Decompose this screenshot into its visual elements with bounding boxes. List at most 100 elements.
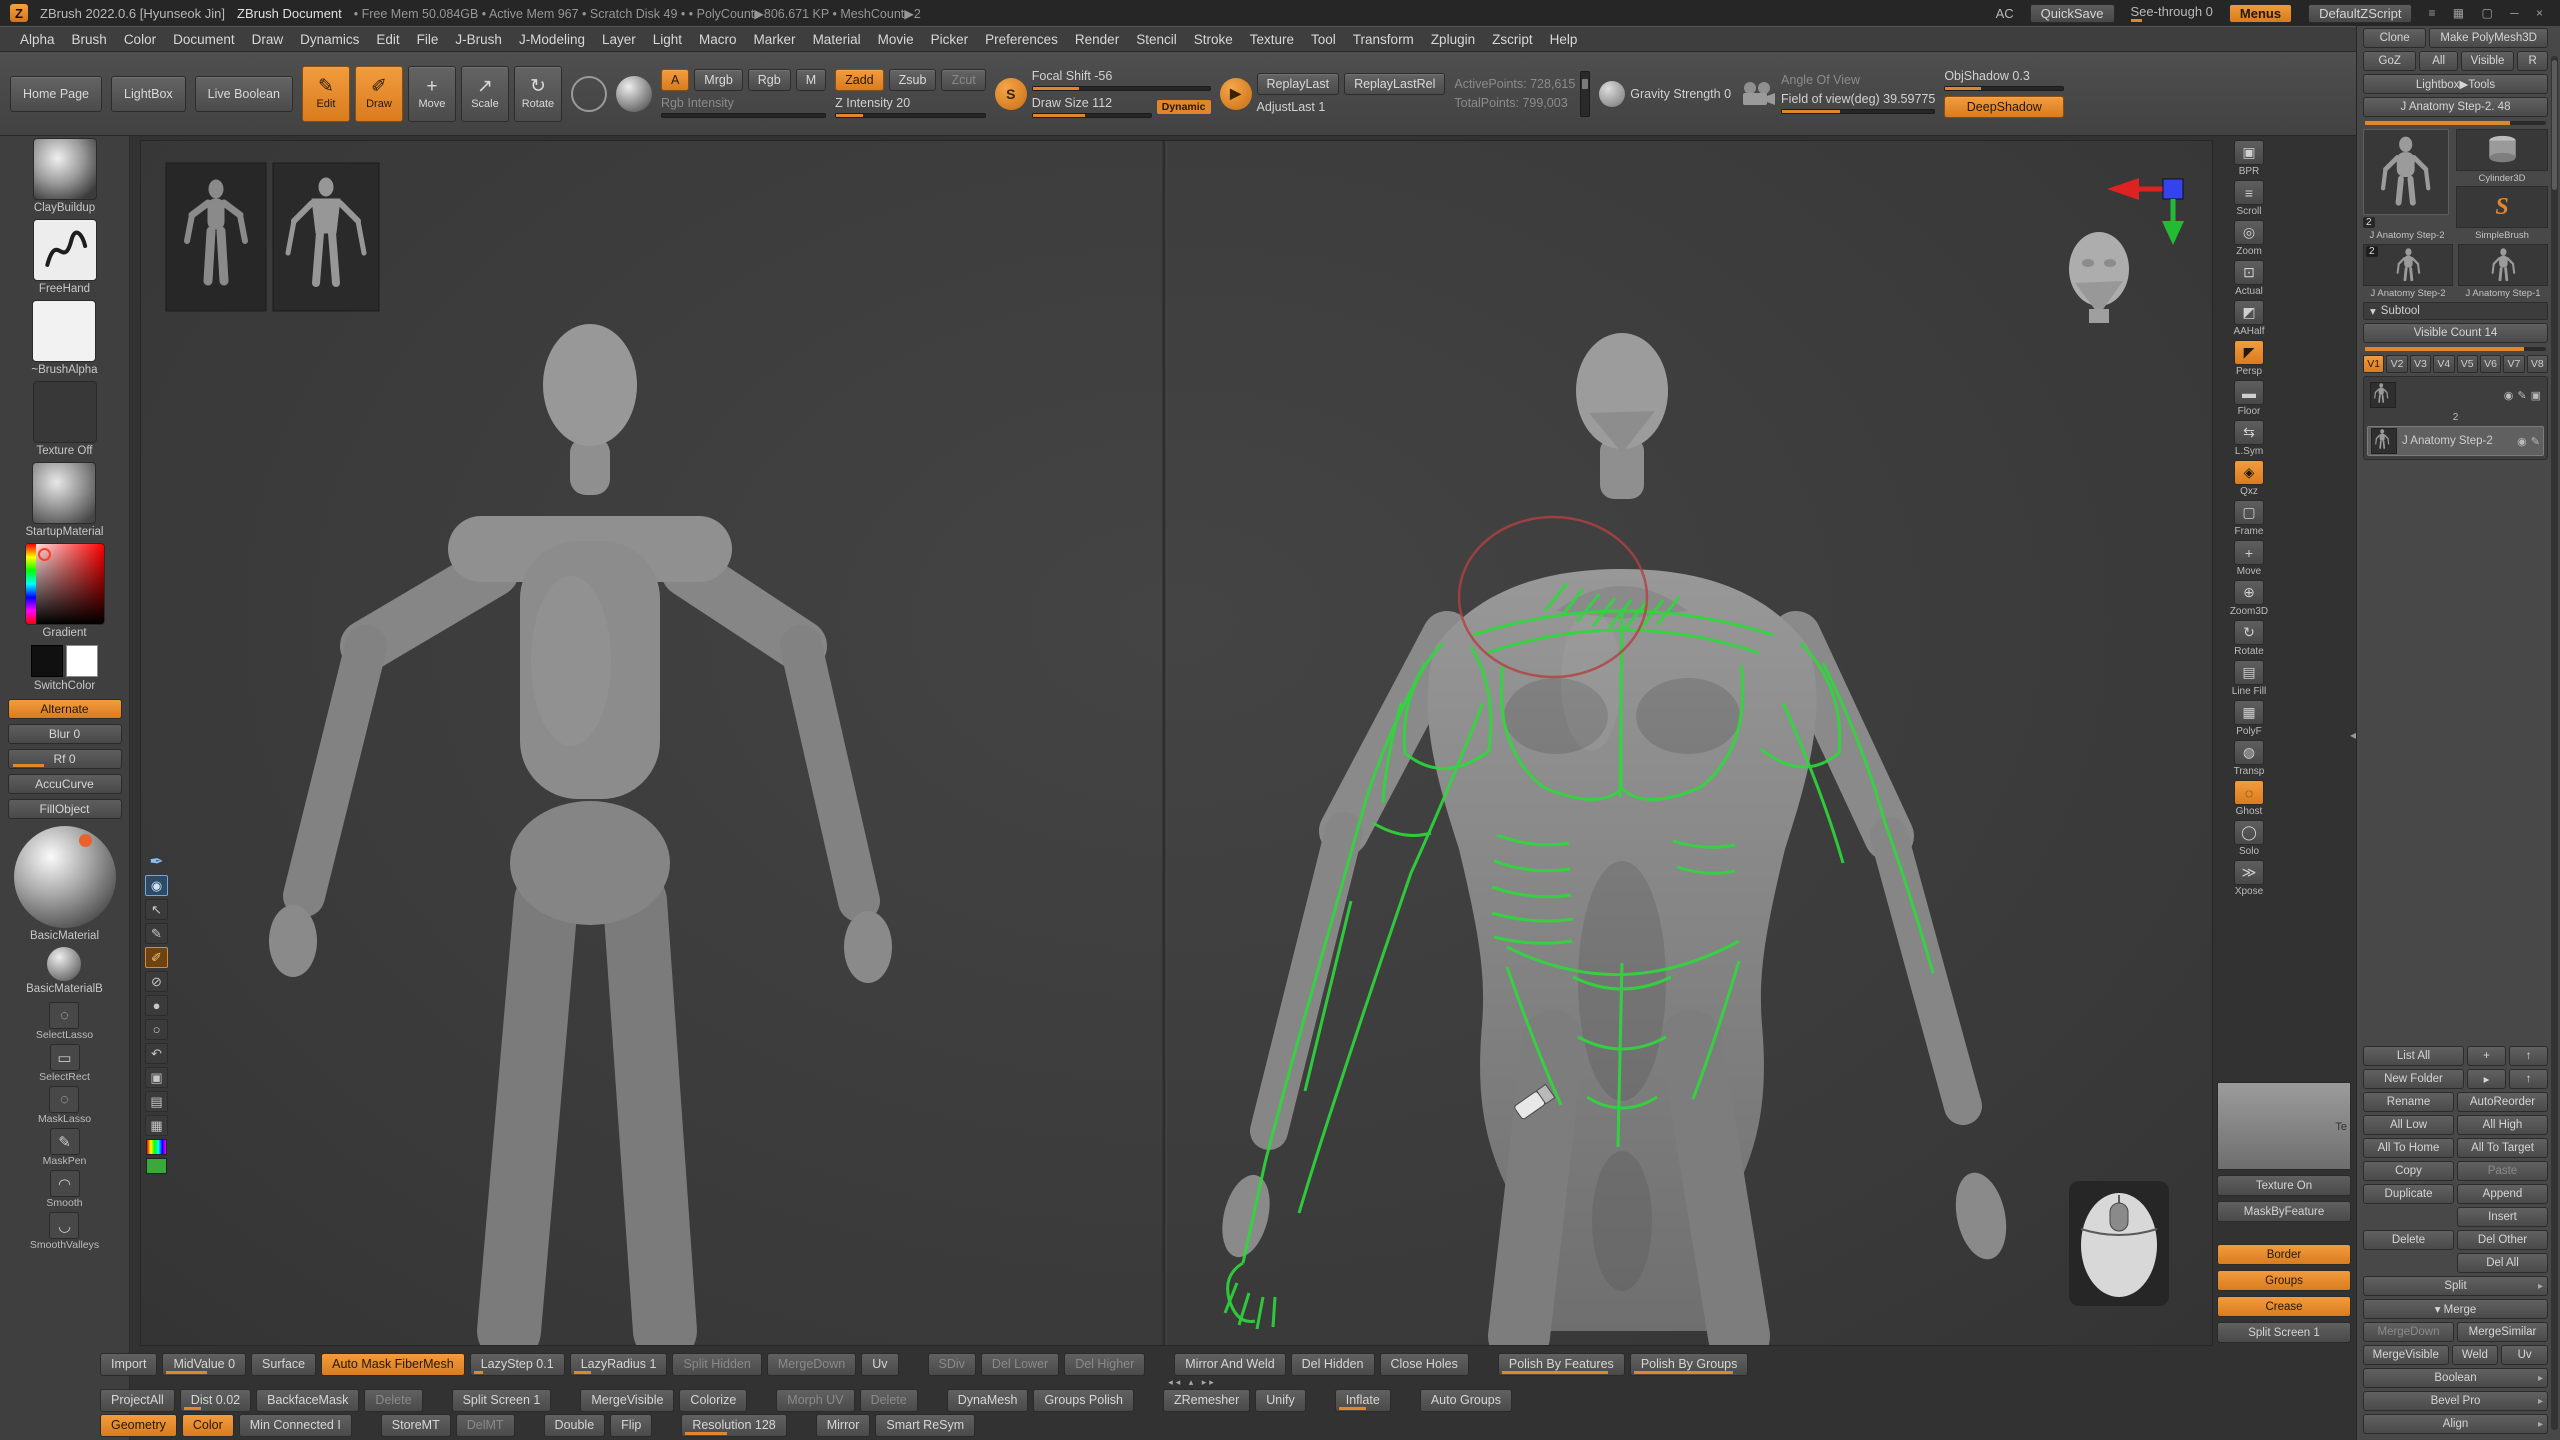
panel-button-delete[interactable]: Delete <box>2363 1230 2454 1250</box>
panel-button-merge[interactable]: ▾ Merge <box>2363 1299 2548 1319</box>
shelf-rotate[interactable]: ↻Rotate <box>2222 620 2276 657</box>
panel-button-del-all[interactable]: Del All <box>2457 1253 2548 1273</box>
r-button[interactable]: R <box>2517 51 2548 71</box>
menu-item-zplugin[interactable]: Zplugin <box>1423 29 1483 50</box>
rainbow-swatch[interactable] <box>146 1139 167 1155</box>
shelf-floor[interactable]: ▬Floor <box>2222 380 2276 417</box>
panel-scrollbar[interactable] <box>2551 56 2558 1430</box>
clone-button[interactable]: Clone <box>2363 28 2426 48</box>
subtool-header[interactable]: ▾Subtool <box>2363 302 2548 320</box>
shelf-scroll[interactable]: ≡Scroll <box>2222 180 2276 217</box>
obj-shadow-slider[interactable]: ObjShadow 0.3 <box>1944 69 2064 91</box>
bottom-dist-0-02[interactable]: Dist 0.02 <box>180 1389 251 1412</box>
menu-item-stroke[interactable]: Stroke <box>1186 29 1241 50</box>
groups-button[interactable]: Groups <box>2217 1270 2351 1291</box>
quicksave-button[interactable]: QuickSave <box>2030 4 2115 23</box>
layers-icon[interactable]: ▤ <box>145 1091 168 1112</box>
subtool-tab-v2[interactable]: V2 <box>2386 355 2407 373</box>
panel-button-x[interactable]: ↑ <box>2509 1046 2548 1066</box>
field-of-view-slider[interactable]: Field of view(deg) 39.59775 <box>1781 92 1935 114</box>
menu-item-render[interactable]: Render <box>1067 29 1127 50</box>
goz-button[interactable]: GoZ <box>2363 51 2416 71</box>
sidebar-button-rf-0[interactable]: Rf 0 <box>8 749 122 769</box>
freehand-thumb[interactable] <box>33 219 97 281</box>
bottom-storemt[interactable]: StoreMT <box>381 1414 451 1437</box>
doc-thumbnails[interactable] <box>166 163 379 311</box>
subtool-tab-v4[interactable]: V4 <box>2433 355 2454 373</box>
menu-item-layer[interactable]: Layer <box>594 29 644 50</box>
panel-button-new-folder[interactable]: New Folder <box>2363 1069 2464 1089</box>
panel-button-uv[interactable]: Uv <box>2501 1345 2548 1365</box>
bottom-delete[interactable]: Delete <box>860 1389 918 1412</box>
deep-shadow-button[interactable]: DeepShadow <box>1944 96 2064 118</box>
zsub-button[interactable]: Zsub <box>889 69 937 91</box>
basic-material-b-thumb[interactable] <box>47 947 81 981</box>
select-arrow-icon[interactable]: ↖ <box>145 899 168 920</box>
panel-button-append[interactable]: Append <box>2457 1184 2548 1204</box>
visible-count-track[interactable] <box>2365 347 2546 351</box>
panel-button-all-to-home[interactable]: All To Home <box>2363 1138 2454 1158</box>
sidebar-button-blur-0[interactable]: Blur 0 <box>8 724 122 744</box>
split-screen-button[interactable]: Split Screen 1 <box>2217 1322 2351 1343</box>
panel-button-copy[interactable]: Copy <box>2363 1161 2454 1181</box>
adjust-last-slider[interactable]: AdjustLast 1 <box>1257 100 1446 114</box>
panel-button-insert[interactable]: Insert <box>2457 1207 2548 1227</box>
bottom-uv[interactable]: Uv <box>861 1353 898 1376</box>
bottom-smart-resym[interactable]: Smart ReSym <box>875 1414 975 1437</box>
menu-item-material[interactable]: Material <box>805 29 869 50</box>
crease-button[interactable]: Crease <box>2217 1296 2351 1317</box>
make-polymesh3d-button[interactable]: Make PolyMesh3D <box>2429 28 2548 48</box>
bottom-inflate[interactable]: Inflate <box>1335 1389 1391 1412</box>
goz-visible-button[interactable]: Visible <box>2461 51 2514 71</box>
bottom-colorize[interactable]: Colorize <box>679 1389 747 1412</box>
shelf-ghost[interactable]: ◌Ghost <box>2222 780 2276 817</box>
panel-button-mergedown[interactable]: MergeDown <box>2363 1322 2454 1342</box>
maskpen-icon[interactable]: ✎ <box>50 1128 80 1155</box>
bottom-delmt[interactable]: DelMT <box>456 1414 515 1437</box>
bottom-import[interactable]: Import <box>100 1353 157 1376</box>
subtool-tab-v8[interactable]: V8 <box>2527 355 2548 373</box>
eye-icon[interactable]: ◉ <box>145 875 168 896</box>
menu-item-color[interactable]: Color <box>116 29 164 50</box>
selectrect-icon[interactable]: ▭ <box>50 1044 80 1071</box>
scale-button[interactable]: ↗Scale <box>461 66 509 122</box>
menu-item-tool[interactable]: Tool <box>1303 29 1344 50</box>
bottom-sdiv[interactable]: SDiv <box>928 1353 976 1376</box>
bottom-split-screen-1[interactable]: Split Screen 1 <box>452 1389 552 1412</box>
menu-item-j-modeling[interactable]: J-Modeling <box>511 29 593 50</box>
bottom-mergedown[interactable]: MergeDown <box>767 1353 856 1376</box>
material-preview-icon[interactable] <box>616 76 652 112</box>
shelf-persp[interactable]: ◤Persp <box>2222 340 2276 377</box>
menu-item-document[interactable]: Document <box>165 29 243 50</box>
panel-button-autoreorder[interactable]: AutoReorder <box>2457 1092 2548 1112</box>
bottom-color[interactable]: Color <box>182 1414 234 1437</box>
move-button[interactable]: +Move <box>408 66 456 122</box>
bottom-flip[interactable]: Flip <box>610 1414 652 1437</box>
menu-item-zscript[interactable]: Zscript <box>1484 29 1541 50</box>
secondary-color-swatch[interactable] <box>66 645 98 677</box>
bottom-projectall[interactable]: ProjectAll <box>100 1389 175 1412</box>
document-canvas[interactable]: ✒◉↖✎✐⊘●○↶▣▤▦ <box>140 140 2213 1346</box>
brushalpha-thumb[interactable] <box>32 300 96 362</box>
lightbox-tools-button[interactable]: Lightbox▶Tools <box>2363 74 2548 94</box>
panel-button-weld[interactable]: Weld <box>2452 1345 2499 1365</box>
sidebar-button-fillobject[interactable]: FillObject <box>8 799 122 819</box>
panel-button-del-other[interactable]: Del Other <box>2457 1230 2548 1250</box>
default-zscript-button[interactable]: DefaultZScript <box>2308 4 2412 23</box>
anatomy-figure-right[interactable] <box>1214 333 2013 1336</box>
paint-toggle-icon[interactable]: ✎ <box>2517 389 2526 402</box>
bottom-geometry[interactable]: Geometry <box>100 1414 177 1437</box>
panel-button-align[interactable]: Align▸ <box>2363 1414 2548 1434</box>
bottom-del-lower[interactable]: Del Lower <box>981 1353 1059 1376</box>
see-through-slider[interactable]: See-through 0 <box>2131 4 2213 22</box>
menu-item-draw[interactable]: Draw <box>244 29 292 50</box>
bottom-delete[interactable]: Delete <box>364 1389 422 1412</box>
channel-a-button[interactable]: A <box>661 69 689 91</box>
panel-button-bevel-pro[interactable]: Bevel Pro▸ <box>2363 1391 2548 1411</box>
eye-toggle-icon[interactable]: ◉ <box>2504 389 2514 402</box>
panel-button-list-all[interactable]: List All <box>2363 1046 2464 1066</box>
menu-item-transform[interactable]: Transform <box>1345 29 1422 50</box>
bottom-del-higher[interactable]: Del Higher <box>1064 1353 1145 1376</box>
bottom-resolution-128[interactable]: Resolution 128 <box>681 1414 786 1437</box>
pen-tool-icon[interactable]: ✒ <box>145 851 168 872</box>
